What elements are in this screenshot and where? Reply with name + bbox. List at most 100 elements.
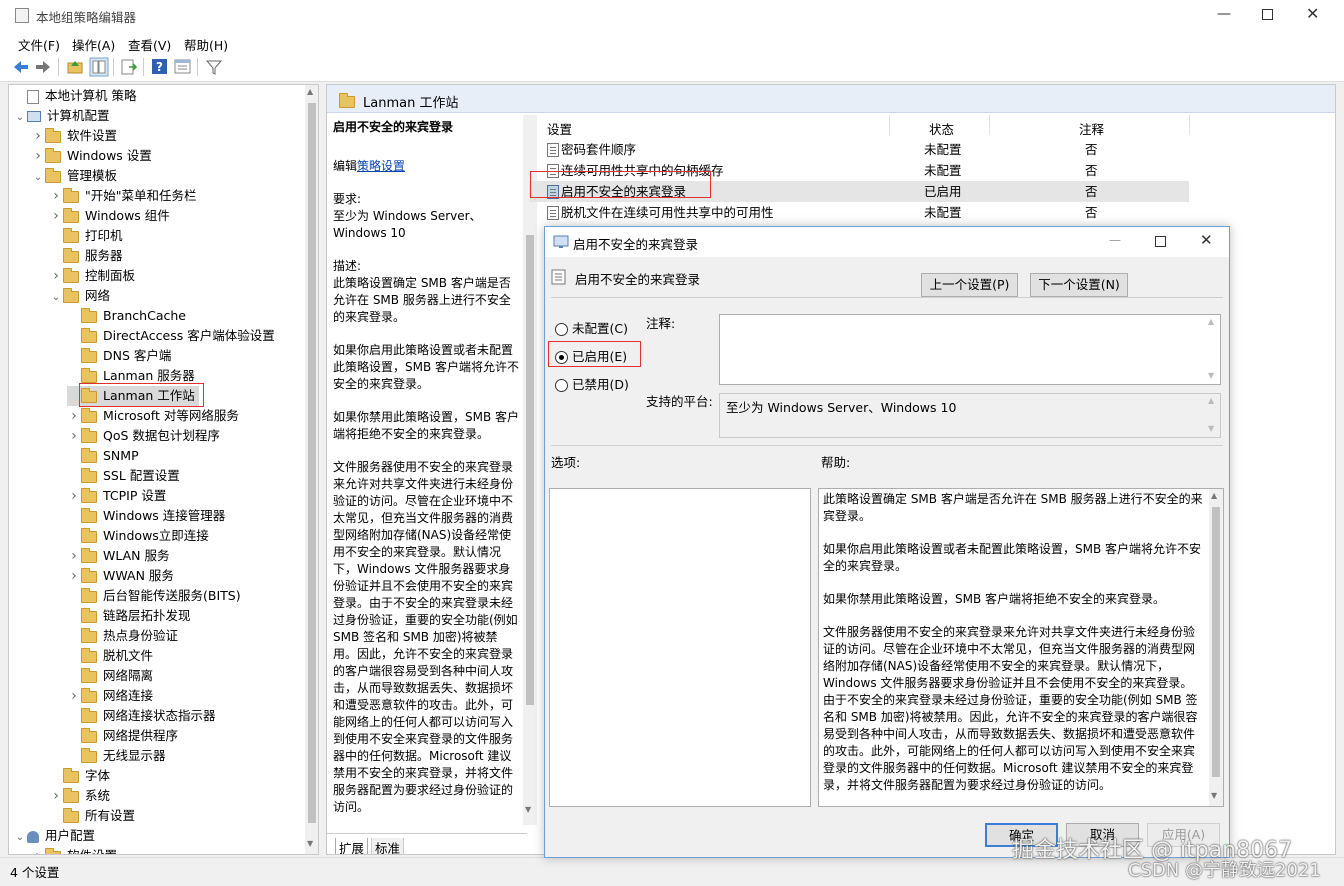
- tree-user-software[interactable]: › 软件设置: [31, 846, 117, 854]
- expand-arrow-icon[interactable]: ›: [49, 186, 63, 206]
- tree-wcn[interactable]: Windows立即连接: [67, 526, 209, 546]
- tree-directaccess[interactable]: DirectAccess 客户端体验设置: [67, 326, 275, 346]
- tree-wwan[interactable]: › WWAN 服务: [67, 566, 174, 586]
- tree-wlan[interactable]: › WLAN 服务: [67, 546, 170, 566]
- cancel-button[interactable]: 取消: [1066, 823, 1139, 847]
- expand-arrow-icon[interactable]: ›: [49, 206, 63, 226]
- tree-start-menu[interactable]: › "开始"菜单和任务栏: [49, 186, 197, 206]
- tree-net-connections[interactable]: › 网络连接: [67, 686, 153, 706]
- expand-arrow-icon[interactable]: ›: [67, 486, 81, 506]
- tree-user-config[interactable]: ⌄ 用户配置: [13, 826, 95, 846]
- tree-item-label: 脱机文件: [103, 648, 154, 663]
- folder-icon: [81, 447, 97, 463]
- folder-icon: [81, 667, 97, 683]
- help-scrollbar[interactable]: ▲ ▼: [1209, 489, 1223, 806]
- tree-computer-config[interactable]: ⌄ 计算机配置: [13, 106, 110, 126]
- export-list-icon[interactable]: [120, 58, 138, 76]
- ok-button[interactable]: 确定: [985, 823, 1058, 847]
- help-icon[interactable]: ?: [151, 58, 169, 76]
- tree-windows-components[interactable]: › Windows 组件: [49, 206, 170, 226]
- next-setting-button[interactable]: 下一个设置(N): [1030, 273, 1128, 297]
- expand-arrow-icon[interactable]: ›: [49, 266, 63, 286]
- expand-arrow-icon[interactable]: ›: [67, 406, 81, 426]
- radio-disabled[interactable]: 已禁用(D): [555, 374, 629, 393]
- settings-list-row[interactable]: 密码套件顺序 未配置 否: [529, 139, 1189, 160]
- close-icon[interactable]: ✕: [1306, 4, 1319, 23]
- prev-setting-button[interactable]: 上一个设置(P): [921, 273, 1018, 297]
- tree-ssl[interactable]: SSL 配置设置: [67, 466, 180, 486]
- edit-policy-link[interactable]: 策略设置: [357, 159, 405, 173]
- expand-arrow-icon[interactable]: ›: [67, 686, 81, 706]
- folder-icon: [63, 227, 79, 243]
- policy-dialog: 启用不安全的来宾登录 — ✕ 启用不安全的来宾登录 上一个设置(P) 下一个设置…: [544, 226, 1230, 858]
- tab-extended[interactable]: 扩展: [335, 838, 369, 854]
- col-setting[interactable]: 设置: [547, 119, 572, 138]
- tree-snmp[interactable]: SNMP: [67, 446, 139, 466]
- radio-not-configured[interactable]: 未配置(C): [555, 318, 628, 337]
- window-title: 本地组策略编辑器: [36, 10, 137, 25]
- tree-admin-templates[interactable]: ⌄ 管理模板: [31, 166, 117, 186]
- filter-icon[interactable]: [205, 58, 223, 76]
- tree-offline-files[interactable]: 脱机文件: [67, 646, 153, 666]
- col-note[interactable]: 注释: [1079, 119, 1104, 138]
- expand-arrow-icon[interactable]: ›: [67, 546, 81, 566]
- dialog-close-icon[interactable]: ✕: [1200, 231, 1213, 249]
- desc-p2: 如果你启用此策略设置或者未配置此策略设置，SMB 客户端将允许不安全的来宾登录。: [333, 343, 520, 391]
- col-state[interactable]: 状态: [929, 119, 954, 138]
- help-box: 此策略设置确定 SMB 客户端是否允许在 SMB 服务器上进行不安全的来宾登录。…: [818, 488, 1224, 807]
- tree-bits[interactable]: 后台智能传送服务(BITS): [67, 586, 241, 606]
- tree-qos[interactable]: › QoS 数据包计划程序: [67, 426, 220, 446]
- tree-wcm[interactable]: Windows 连接管理器: [67, 506, 225, 526]
- tree-hotspot[interactable]: 热点身份验证: [67, 626, 178, 646]
- tree-system[interactable]: › 系统: [49, 786, 110, 806]
- comment-textarea[interactable]: ▲ ▼: [719, 314, 1221, 385]
- collapse-arrow-icon[interactable]: ⌄: [31, 168, 45, 188]
- expand-arrow-icon[interactable]: ›: [31, 126, 45, 146]
- tree-net-isolation[interactable]: 网络隔离: [67, 666, 153, 686]
- tree-branchcache[interactable]: BranchCache: [67, 306, 186, 326]
- properties-icon[interactable]: [174, 58, 192, 76]
- tree-network[interactable]: ⌄ 网络: [49, 286, 110, 306]
- settings-list-row[interactable]: 脱机文件在连续可用性共享中的可用性 未配置 否: [529, 202, 1189, 223]
- tree-software-settings[interactable]: › 软件设置: [31, 126, 117, 146]
- radio-not-configured-circle[interactable]: [555, 323, 568, 336]
- apply-button[interactable]: 应用(A): [1147, 823, 1220, 847]
- tree-item-label: QoS 数据包计划程序: [103, 428, 220, 443]
- show-hide-tree-icon[interactable]: [89, 57, 109, 77]
- tree-dns-client[interactable]: DNS 客户端: [67, 346, 171, 366]
- tree-wireless-display[interactable]: 无线显示器: [67, 746, 166, 766]
- expand-arrow-icon[interactable]: ›: [31, 146, 45, 166]
- tree-server[interactable]: 服务器: [49, 246, 123, 266]
- tree-all-settings[interactable]: 所有设置: [49, 806, 135, 826]
- collapse-arrow-icon[interactable]: ⌄: [13, 828, 27, 848]
- back-icon[interactable]: [12, 59, 30, 75]
- expand-arrow-icon[interactable]: ›: [31, 846, 45, 854]
- tree-net-provider[interactable]: 网络提供程序: [67, 726, 178, 746]
- expand-arrow-icon[interactable]: ›: [67, 426, 81, 446]
- expand-arrow-icon[interactable]: ›: [67, 566, 81, 586]
- tree-ncsi[interactable]: 网络连接状态指示器: [67, 706, 216, 726]
- tree-scrollbar[interactable]: ▲ ▼: [305, 85, 318, 854]
- expand-arrow-icon[interactable]: ›: [49, 786, 63, 806]
- dialog-title: 启用不安全的来宾登录: [573, 237, 699, 252]
- dialog-minimize-icon[interactable]: —: [1109, 233, 1121, 247]
- minimize-icon[interactable]: —: [1217, 6, 1231, 22]
- tree-root[interactable]: 本地计算机 策略: [13, 86, 136, 106]
- forward-icon[interactable]: [34, 59, 52, 75]
- tree-windows-settings[interactable]: › Windows 设置: [31, 146, 152, 166]
- tab-standard[interactable]: 标准: [371, 838, 405, 854]
- tree-printers[interactable]: 打印机: [49, 226, 123, 246]
- dialog-maximize-icon[interactable]: [1155, 236, 1166, 247]
- tree-tcpip[interactable]: › TCPIP 设置: [67, 486, 166, 506]
- maximize-icon[interactable]: [1262, 9, 1273, 20]
- tree-control-panel[interactable]: › 控制面板: [49, 266, 135, 286]
- collapse-arrow-icon[interactable]: ⌄: [49, 288, 63, 308]
- tree-scroll-thumb[interactable]: [308, 103, 316, 823]
- tree-p2p[interactable]: › Microsoft 对等网络服务: [67, 406, 239, 426]
- up-folder-icon[interactable]: [66, 58, 84, 76]
- radio-disabled-circle[interactable]: [555, 379, 568, 392]
- tree-item-label: 本地计算机 策略: [45, 88, 137, 103]
- tree-lltd[interactable]: 链路层拓扑发现: [67, 606, 191, 626]
- tree-fonts[interactable]: 字体: [49, 766, 110, 786]
- collapse-arrow-icon[interactable]: ⌄: [13, 108, 27, 128]
